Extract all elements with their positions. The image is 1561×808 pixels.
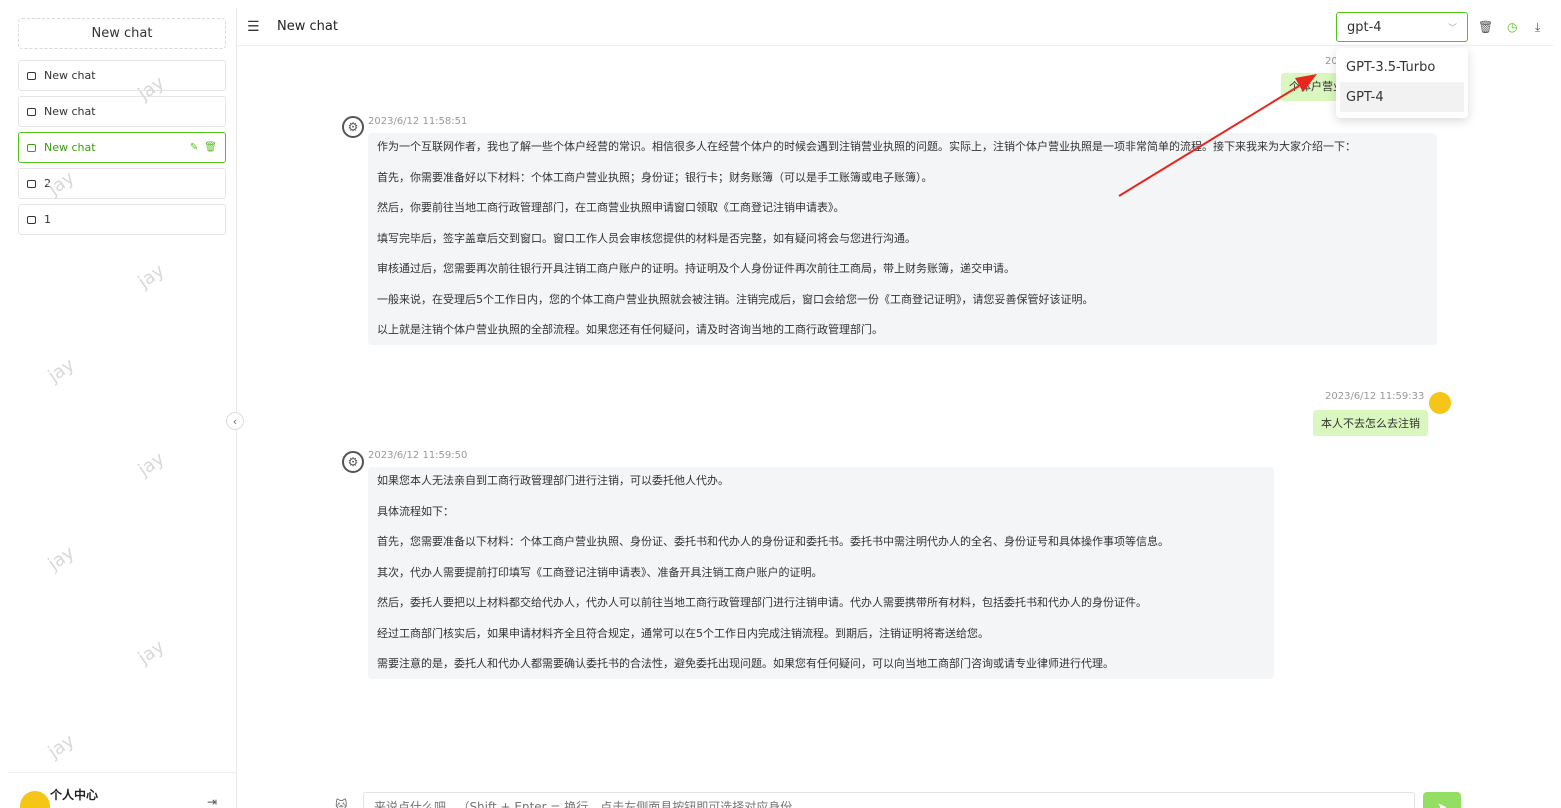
history-item-label: 1 bbox=[44, 213, 51, 226]
logout-icon[interactable]: ⇥ bbox=[207, 795, 217, 808]
model-option[interactable]: GPT-3.5-Turbo bbox=[1340, 52, 1464, 82]
history-item[interactable]: 2 bbox=[18, 168, 226, 199]
chat-input[interactable] bbox=[363, 792, 1415, 808]
message-paragraph: 作为一个互联网作者，我也了解一些个体户经营的常识。相信很多人在经营个体户的时候会… bbox=[377, 140, 1356, 153]
annotation-arrow bbox=[1118, 74, 1317, 197]
user-center[interactable]: 个人中心 ⇥ bbox=[8, 772, 237, 808]
chat-bubble-icon bbox=[27, 143, 36, 152]
chat-main: ☰ New chat gpt-4 ﹀ 🗑 ◷ ⤓ 20 个体户营业 ⚙ 2023… bbox=[237, 8, 1561, 808]
model-option[interactable]: GPT-4 bbox=[1340, 82, 1464, 112]
menu-icon[interactable]: ☰ bbox=[247, 19, 263, 35]
message-paragraph: 审核通过后，您需要再次前往银行开具注销工商户账户的证明。持证明及个人身份证件再次… bbox=[377, 262, 1015, 275]
message-paragraph: 以上就是注销个体户营业执照的全部流程。如果您还有任何疑问，请及时咨询当地的工商行… bbox=[377, 323, 883, 336]
mask-icon[interactable]: 🐱 bbox=[335, 798, 348, 808]
bot-avatar-icon: ⚙ bbox=[342, 116, 364, 138]
message-time: 2023/6/12 11:59:50 bbox=[368, 450, 468, 461]
watermark: jay bbox=[44, 542, 79, 575]
model-select[interactable]: gpt-4 ﹀ bbox=[1336, 12, 1468, 42]
model-select-value: gpt-4 bbox=[1347, 19, 1382, 35]
history-item-label: New chat bbox=[44, 69, 96, 82]
message-paragraph: 然后，委托人要把以上材料都交给代办人，代办人可以前往当地工商行政管理部门进行注销… bbox=[377, 596, 1147, 609]
message-paragraph: 一般来说，在受理后5个工作日内，您的个体工商户营业执照就会被注销。注销完成后，窗… bbox=[377, 292, 1094, 306]
message-paragraph: 然后，你要前往当地工商行政管理部门，在工商营业执照申请窗口领取《工商登记注销申请… bbox=[377, 201, 845, 214]
watermark: jay bbox=[134, 260, 169, 293]
message-paragraph: 需要注意的是，委托人和代办人都需要确认委托书的合法性，避免委托出现问题。如果您有… bbox=[377, 657, 1114, 670]
message-paragraph: 具体流程如下： bbox=[377, 504, 454, 518]
message-paragraph: 如果您本人无法亲自到工商行政管理部门进行注销，可以委托他人代办。 bbox=[377, 474, 729, 487]
bot-message-bubble: 作为一个互联网作者，我也了解一些个体户经营的常识。相信很多人在经营个体户的时候会… bbox=[368, 133, 1437, 345]
watermark: jay bbox=[134, 636, 169, 669]
history-icon[interactable]: ◷ bbox=[1507, 20, 1517, 34]
chat-bubble-icon bbox=[27, 107, 36, 116]
message-paragraph: 填写完毕后，签字盖章后交到窗口。窗口工作人员会审核您提供的材料是否完整，如有疑问… bbox=[377, 231, 916, 245]
watermark: jay bbox=[134, 448, 169, 481]
history-item-label: 2 bbox=[44, 177, 51, 190]
bot-avatar-icon: ⚙ bbox=[342, 451, 364, 473]
user-center-label: 个人中心 bbox=[50, 788, 99, 802]
history-item[interactable]: 1 bbox=[18, 204, 226, 235]
chat-history-list: New chat New chat New chat ✎ 🗑 2 1 bbox=[18, 60, 226, 240]
message-paragraph: 首先，您需要准备以下材料：个体工商户营业执照、身份证、委托书和代办人的身份证和委… bbox=[377, 535, 1169, 548]
chat-bubble-icon bbox=[27, 71, 36, 80]
trash-icon[interactable]: 🗑 bbox=[1478, 20, 1493, 34]
user-message-bubble: 本人不去怎么去注销 bbox=[1313, 410, 1428, 436]
new-chat-button[interactable]: New chat bbox=[18, 18, 226, 49]
bot-message-bubble: 如果您本人无法亲自到工商行政管理部门进行注销，可以委托他人代办。 具体流程如下：… bbox=[368, 467, 1274, 679]
chat-bubble-icon bbox=[27, 215, 36, 224]
history-item[interactable]: New chat bbox=[18, 96, 226, 127]
page-title: New chat bbox=[277, 19, 338, 34]
chat-bubble-icon bbox=[27, 179, 36, 188]
user-message-bubble: 个体户营业 bbox=[1281, 73, 1337, 101]
message-paragraph: 经过工商部门核实后，如果申请材料齐全且符合规定，通常可以在5个工作日内完成注销流… bbox=[377, 626, 989, 640]
delete-icon[interactable]: 🗑 bbox=[204, 142, 217, 153]
history-item-label: New chat bbox=[44, 105, 96, 118]
history-item-label: New chat bbox=[44, 141, 96, 154]
user-avatar bbox=[1429, 392, 1451, 414]
model-dropdown: GPT-3.5-Turbo GPT-4 bbox=[1336, 48, 1468, 118]
watermark: jay bbox=[44, 730, 79, 763]
history-item[interactable]: New chat bbox=[18, 60, 226, 91]
send-icon: ➤ bbox=[1436, 800, 1448, 808]
message-time: 2023/6/12 11:59:33 bbox=[1325, 391, 1425, 402]
send-button[interactable]: ➤ bbox=[1423, 792, 1461, 808]
watermark: jay bbox=[44, 354, 79, 387]
sidebar: New chat New chat New chat New chat ✎ 🗑 … bbox=[8, 8, 244, 808]
input-bar: 🐱 ➤ bbox=[237, 788, 1553, 808]
download-icon[interactable]: ⤓ bbox=[1535, 20, 1540, 35]
chevron-down-icon: ﹀ bbox=[1447, 23, 1457, 34]
history-item-active[interactable]: New chat ✎ 🗑 bbox=[18, 132, 226, 163]
edit-icon[interactable]: ✎ bbox=[190, 142, 198, 153]
message-paragraph: 其次，代办人需要提前打印填写《工商登记注销申请表》、准备开具注销工商户账户的证明… bbox=[377, 565, 823, 579]
message-time: 2023/6/12 11:58:51 bbox=[368, 116, 468, 127]
message-paragraph: 首先，你需要准备好以下材料：个体工商户营业执照；身份证；银行卡；财务账簿（可以是… bbox=[377, 170, 933, 184]
avatar bbox=[20, 791, 50, 808]
